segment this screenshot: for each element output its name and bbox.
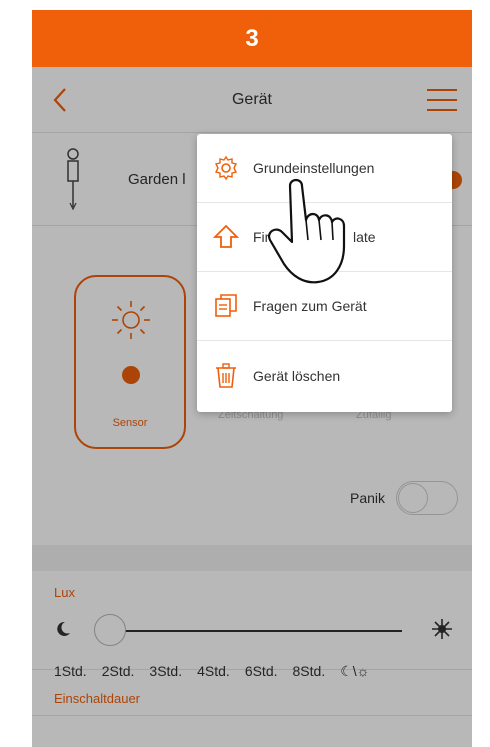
document-icon — [215, 294, 237, 317]
menu-item-label: Gerät löschen — [253, 367, 341, 384]
upload-arrow-icon — [213, 224, 239, 248]
trash-icon — [216, 362, 236, 388]
step-number: 3 — [245, 24, 259, 52]
tap-hand-icon — [268, 178, 346, 284]
menu-item-label: Fragen zum Gerät — [253, 298, 367, 314]
tutorial-frame: 3 Gerät Garden l Sensor Zeitschaltung Zu… — [32, 10, 472, 747]
step-banner: 3 — [32, 10, 472, 67]
gear-icon — [214, 155, 238, 181]
menu-item-geraet-loeschen[interactable]: Gerät löschen — [197, 341, 452, 410]
menu-item-label: Grundeinstellungen — [253, 160, 375, 176]
